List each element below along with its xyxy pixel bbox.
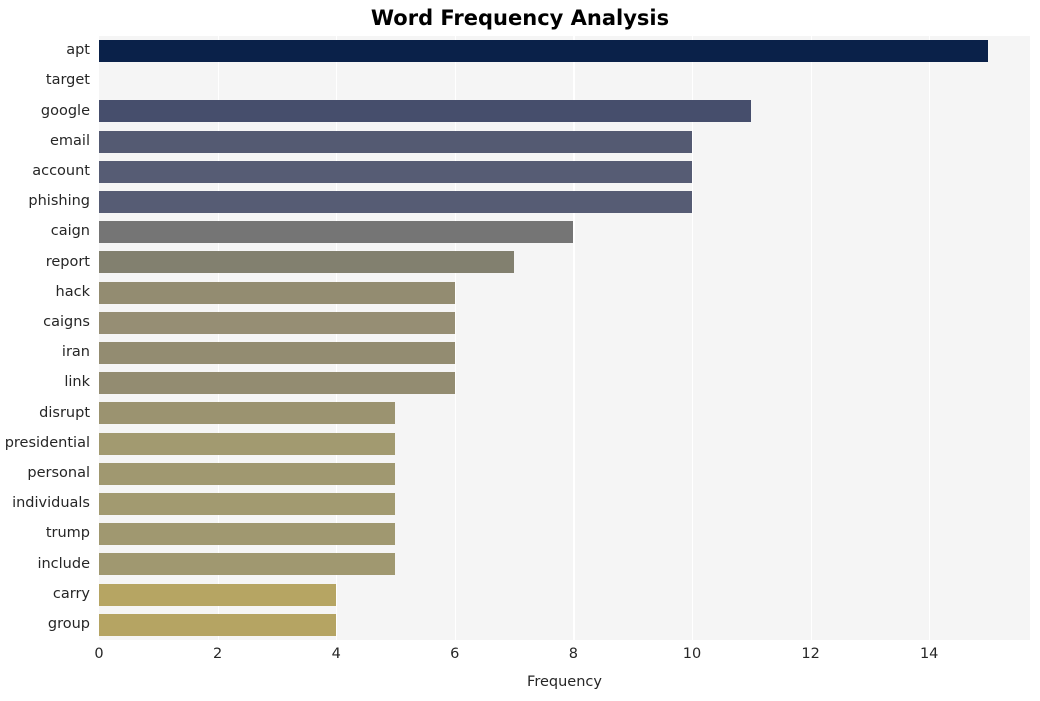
bar-row — [99, 157, 692, 187]
bar-email — [99, 130, 692, 153]
bar-include — [99, 553, 396, 576]
bar-row — [99, 580, 337, 610]
bar-row — [99, 66, 811, 96]
y-tick-label-hack: hack — [55, 283, 90, 300]
y-tick-label-presidential: presidential — [4, 434, 90, 451]
x-tick-label-10: 10 — [682, 646, 702, 662]
bar-row — [99, 217, 574, 247]
bar-row — [99, 308, 455, 338]
y-tick-label-phishing: phishing — [28, 193, 90, 210]
y-axis-tick-labels: apt target google email account phishing caign… — [0, 36, 99, 640]
bar-row — [99, 127, 692, 157]
bar-report — [99, 251, 515, 274]
bar-row — [99, 278, 455, 308]
x-tick-label-4: 4 — [331, 646, 341, 662]
bar-row — [99, 549, 396, 579]
x-axis-tick-labels: 0 2 4 6 8 10 12 14 — [94, 640, 1030, 670]
x-tick-label-6: 6 — [450, 646, 460, 662]
bar-disrupt — [99, 402, 396, 425]
gridline-x-14 — [929, 36, 931, 640]
y-tick-label-group: group — [47, 615, 90, 632]
y-tick-label-report: report — [45, 253, 90, 270]
y-tick-label-trump: trump — [45, 525, 90, 542]
bar-link — [99, 372, 455, 395]
x-tick-label-14: 14 — [919, 646, 939, 662]
bar-row — [99, 187, 692, 217]
bar-row — [99, 368, 455, 398]
bar-carry — [99, 583, 337, 606]
bar-target — [99, 70, 811, 92]
y-tick-label-personal: personal — [27, 464, 90, 481]
bar-caign — [99, 221, 574, 244]
bar-row — [99, 398, 396, 428]
y-tick-label-include: include — [37, 555, 90, 572]
bar-hack — [99, 281, 455, 304]
plot-area — [99, 36, 1030, 640]
y-tick-label-apt: apt — [66, 42, 90, 59]
bar-individuals — [99, 493, 396, 516]
x-tick-label-8: 8 — [568, 646, 579, 662]
bar-group — [99, 613, 337, 636]
x-axis-title: Frequency — [527, 674, 602, 690]
bar-trump — [99, 523, 396, 546]
y-tick-label-email: email — [50, 132, 90, 149]
x-tick-label-12: 12 — [801, 646, 820, 662]
bar-row — [99, 459, 396, 489]
y-tick-label-caigns: caigns — [43, 313, 90, 330]
bar-iran — [99, 342, 455, 365]
x-tick-label-2: 2 — [212, 646, 223, 662]
bar-row — [99, 36, 989, 66]
y-tick-label-link: link — [64, 374, 90, 391]
y-tick-label-carry: carry — [52, 585, 90, 602]
chart-title: Word Frequency Analysis — [370, 6, 670, 30]
bar-phishing — [99, 191, 692, 214]
bar-row — [99, 429, 396, 459]
y-tick-label-disrupt: disrupt — [39, 404, 90, 421]
bar-apt — [99, 40, 989, 63]
y-tick-label-caign: caign — [50, 223, 90, 240]
bar-row — [99, 519, 396, 549]
y-tick-label-target: target — [45, 72, 90, 89]
bar-row — [99, 610, 337, 640]
y-tick-label-iran: iran — [61, 344, 90, 361]
bar-row — [99, 489, 396, 519]
bar-row — [99, 96, 752, 126]
bar-row — [99, 247, 515, 277]
bar-row — [99, 338, 455, 368]
bar-google — [99, 100, 752, 123]
word-frequency-chart: Word Frequency Analysis apt target google e… — [0, 0, 1040, 701]
gridline-x-10 — [691, 36, 694, 640]
y-tick-label-individuals: individuals — [12, 495, 90, 512]
bar-caigns — [99, 311, 455, 334]
y-tick-label-google: google — [40, 102, 90, 119]
gridline-x-12 — [810, 36, 812, 640]
bar-presidential — [99, 432, 396, 455]
x-tick-label-0: 0 — [94, 646, 104, 662]
y-tick-label-account: account — [32, 162, 90, 179]
bar-account — [99, 160, 692, 183]
bar-personal — [99, 462, 396, 485]
